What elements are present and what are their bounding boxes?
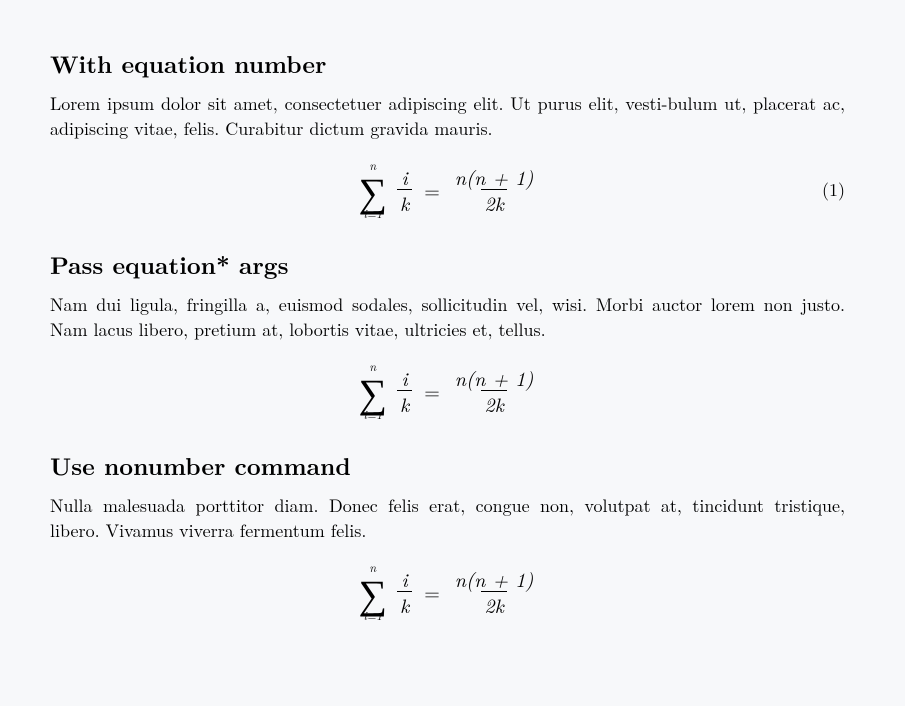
equation-1: n ∑ i=1 i k = n(n + 1) 2k (1) bbox=[50, 155, 845, 225]
equation-content: n ∑ i=1 i k = n(n + 1) 2k bbox=[358, 562, 536, 622]
sum-symbol: n ∑ i=1 bbox=[358, 160, 387, 220]
sum-lower: i=1 bbox=[363, 208, 382, 220]
rhs-denominator: 2k bbox=[481, 591, 506, 616]
rhs-numerator: n(n + 1) bbox=[452, 567, 537, 591]
equation-content: n ∑ i=1 i k = n(n + 1) 2k bbox=[358, 160, 536, 220]
equation-number: (1) bbox=[822, 178, 845, 202]
lhs-numerator: i bbox=[399, 567, 411, 591]
lhs-denominator: k bbox=[397, 390, 412, 415]
rhs-numerator: n(n + 1) bbox=[452, 165, 537, 189]
rhs-numerator: n(n + 1) bbox=[452, 366, 537, 390]
rhs-denominator: 2k bbox=[481, 189, 506, 214]
rhs-fraction: n(n + 1) 2k bbox=[452, 567, 537, 616]
lhs-denominator: k bbox=[397, 189, 412, 214]
sigma-icon: ∑ bbox=[358, 172, 387, 208]
sigma-icon: ∑ bbox=[358, 574, 387, 610]
lhs-fraction: i k bbox=[397, 567, 412, 616]
lhs-fraction: i k bbox=[397, 165, 412, 214]
section-paragraph-2: Nam dui ligula, fringilla a, euismod sod… bbox=[50, 293, 845, 342]
sum-lower: i=1 bbox=[363, 409, 382, 421]
equation-2: n ∑ i=1 i k = n(n + 1) 2k bbox=[50, 356, 845, 426]
section-heading-2: Pass equation* args bbox=[50, 249, 845, 281]
rhs-denominator: 2k bbox=[481, 390, 506, 415]
lhs-numerator: i bbox=[399, 165, 411, 189]
equals-sign: = bbox=[422, 578, 442, 605]
sum-lower: i=1 bbox=[363, 610, 382, 622]
section-paragraph-3: Nulla malesuada porttitor diam. Donec fe… bbox=[50, 494, 845, 543]
section-heading-1: With equation number bbox=[50, 48, 845, 80]
equals-sign: = bbox=[422, 176, 442, 203]
sum-symbol: n ∑ i=1 bbox=[358, 562, 387, 622]
equation-content: n ∑ i=1 i k = n(n + 1) 2k bbox=[358, 361, 536, 421]
section-heading-3: Use nonumber command bbox=[50, 450, 845, 482]
section-paragraph-1: Lorem ipsum dolor sit amet, consectetuer… bbox=[50, 92, 845, 141]
rhs-fraction: n(n + 1) 2k bbox=[452, 366, 537, 415]
sigma-icon: ∑ bbox=[358, 373, 387, 409]
lhs-fraction: i k bbox=[397, 366, 412, 415]
sum-symbol: n ∑ i=1 bbox=[358, 361, 387, 421]
lhs-denominator: k bbox=[397, 591, 412, 616]
lhs-numerator: i bbox=[399, 366, 411, 390]
equation-3: n ∑ i=1 i k = n(n + 1) 2k bbox=[50, 557, 845, 627]
equals-sign: = bbox=[422, 377, 442, 404]
rhs-fraction: n(n + 1) 2k bbox=[452, 165, 537, 214]
